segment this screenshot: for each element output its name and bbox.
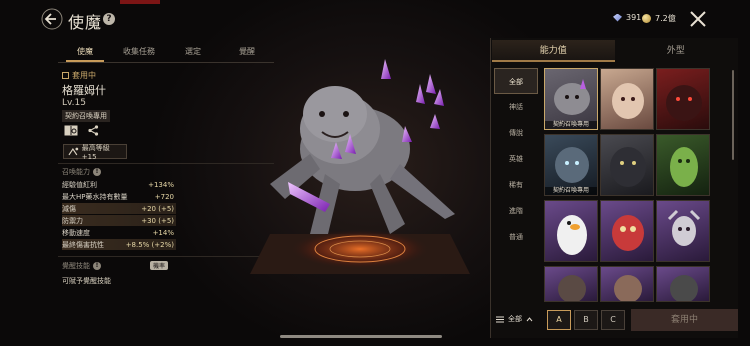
- familiar-portrait: [612, 215, 644, 251]
- share-icon[interactable]: [88, 125, 99, 136]
- stat-row: 最大HP藥水持有數量 +720: [62, 191, 176, 202]
- status-icon: [62, 72, 69, 79]
- right-tabs: 能力值 外型: [492, 40, 737, 62]
- familiar-card[interactable]: [656, 200, 710, 262]
- familiar-card[interactable]: [600, 200, 654, 262]
- stat-value: +20 (+5): [141, 204, 174, 213]
- stat-name: 經驗值紅利: [62, 180, 97, 189]
- category-advanced[interactable]: 進階: [494, 198, 538, 224]
- gold-currency: 7.2億: [642, 13, 676, 24]
- stat-value: +8.5% (+2%): [125, 240, 174, 249]
- familiar-card[interactable]: [656, 266, 710, 302]
- stat-row: 最終傷害抗性 +8.5% (+2%): [62, 239, 176, 250]
- category-all[interactable]: 全部: [494, 68, 538, 94]
- card-label: 契約召喚專用: [545, 121, 597, 129]
- tab-stats[interactable]: 能力值: [492, 40, 615, 62]
- familiar-portrait: [558, 275, 586, 301]
- summon-ability-label: 召喚能力 !: [62, 167, 101, 177]
- awakening-title: 覺醒技能: [62, 262, 90, 270]
- card-label: 契約召喚專用: [545, 187, 597, 195]
- familiar-portrait: [670, 147, 698, 187]
- awakening-skill-label: 覺醒技能 !: [62, 261, 101, 271]
- familiar-card[interactable]: [544, 200, 598, 262]
- stat-value: +134%: [148, 180, 174, 189]
- grade-b-button[interactable]: B: [574, 310, 598, 330]
- apply-button[interactable]: 套用中: [631, 309, 738, 331]
- diamond-count: 391: [626, 13, 642, 22]
- tab-selection[interactable]: 選定: [166, 44, 220, 62]
- probability-badge[interactable]: 機率: [150, 261, 169, 270]
- familiar-card[interactable]: [600, 266, 654, 302]
- familiar-model[interactable]: [230, 34, 490, 284]
- contract-badge: 契約召喚專用: [62, 110, 110, 122]
- stat-row: 經驗值紅利 +134%: [62, 179, 176, 190]
- stat-value: +30 (+5): [141, 216, 174, 225]
- stat-name: 最終傷害抗性: [62, 240, 104, 249]
- familiar-portrait: [557, 215, 587, 255]
- category-heroic[interactable]: 英雄: [494, 146, 538, 172]
- familiar-card[interactable]: [544, 266, 598, 302]
- grade-category-list: 全部 神話 傳說 英雄 稀有 進階 普通: [494, 68, 538, 250]
- grade-a-button[interactable]: A: [547, 310, 571, 330]
- familiar-portrait: [667, 209, 701, 246]
- tab-collection-quests[interactable]: 收集任務: [112, 44, 166, 62]
- tab-familiar[interactable]: 使魔: [58, 44, 112, 62]
- stat-name: 防禦力: [62, 216, 83, 225]
- familiar-portrait: [614, 275, 642, 301]
- awakening-note: 可賦予覺醒技能: [62, 277, 111, 285]
- summon-ability-title: 召喚能力: [62, 168, 90, 176]
- familiar-card[interactable]: [656, 68, 710, 130]
- hp-bar: [120, 0, 160, 4]
- info-icon[interactable]: !: [93, 168, 101, 176]
- stat-name: 最大HP藥水持有數量: [62, 192, 128, 201]
- familiar-level: Lv.15: [62, 98, 86, 108]
- book-icon[interactable]: [64, 125, 78, 136]
- grade-c-button[interactable]: C: [601, 310, 625, 330]
- max-level-button[interactable]: 最高等級 +15: [63, 143, 127, 161]
- status-badge: 套用中: [62, 70, 96, 81]
- stat-value: +14%: [152, 228, 174, 237]
- help-icon[interactable]: ?: [103, 13, 115, 25]
- info-icon[interactable]: !: [93, 262, 101, 270]
- gold-count: 7.2億: [655, 14, 676, 23]
- familiar-portrait: [612, 83, 644, 119]
- home-indicator: [280, 335, 442, 338]
- back-arrow-icon[interactable]: [40, 7, 64, 31]
- header: 使魔 ? 391 7.2億: [0, 0, 750, 38]
- gold-coin-icon: [642, 14, 651, 23]
- familiar-card[interactable]: [600, 134, 654, 196]
- diamond-currency: 391: [613, 13, 641, 22]
- tab-appearance[interactable]: 外型: [615, 40, 738, 62]
- category-mythic[interactable]: 神話: [494, 94, 538, 120]
- filter-dropdown[interactable]: 全部: [493, 309, 545, 329]
- page-title: 使魔: [68, 13, 103, 32]
- stat-row: 移動速度 +14%: [62, 227, 176, 238]
- list-icon: [496, 316, 504, 322]
- chevron-up-icon: [526, 316, 533, 321]
- list-scrollbar[interactable]: [732, 70, 734, 160]
- category-legendary[interactable]: 傳說: [494, 120, 538, 146]
- diamond-icon: [613, 13, 622, 22]
- stat-row: 防禦力 +30 (+5): [62, 215, 176, 226]
- familiar-portrait: [610, 147, 646, 187]
- category-rare[interactable]: 稀有: [494, 172, 538, 198]
- stat-row: 減傷 +20 (+5): [62, 203, 176, 214]
- stat-name: 減傷: [62, 204, 76, 213]
- familiar-card[interactable]: 契約召喚專用: [544, 68, 598, 130]
- familiar-card[interactable]: [600, 68, 654, 130]
- upgrade-icon: [68, 147, 79, 156]
- filter-value: 全部: [508, 315, 522, 323]
- familiar-portrait: [666, 85, 702, 121]
- category-common[interactable]: 普通: [494, 224, 538, 250]
- familiar-portrait: [670, 275, 698, 301]
- stat-value: +720: [154, 192, 174, 201]
- familiar-card[interactable]: [656, 134, 710, 196]
- familiar-card[interactable]: 契約召喚專用: [544, 134, 598, 196]
- max-level-label: 最高等級 +15: [81, 143, 110, 161]
- stat-name: 移動速度: [62, 228, 90, 237]
- familiar-name: 格羅姆什: [62, 84, 106, 97]
- close-icon[interactable]: [689, 10, 707, 28]
- status-text: 套用中: [72, 71, 96, 80]
